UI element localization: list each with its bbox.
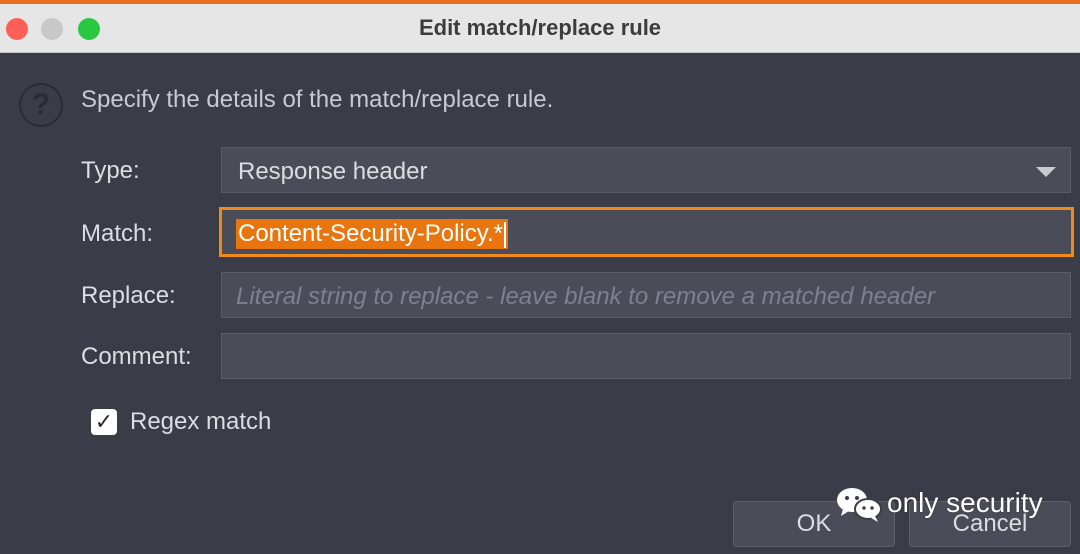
watermark-text: only security (887, 487, 1043, 518)
replace-input[interactable]: Literal string to replace - leave blank … (221, 272, 1071, 318)
replace-label: Replace: (81, 282, 176, 309)
match-input[interactable]: Content-Security-Policy.* (219, 207, 1074, 257)
wechat-icon (837, 488, 882, 522)
title-bar[interactable]: Edit match/replace rule (0, 4, 1080, 53)
match-input-selected-text: Content-Security-Policy.* (236, 219, 508, 249)
type-dropdown[interactable]: Response header (221, 147, 1071, 193)
chevron-down-icon (1036, 167, 1056, 177)
type-label: Type: (81, 157, 140, 184)
text-caret (503, 221, 506, 248)
regex-match-checkbox[interactable]: ✓ (91, 409, 117, 435)
regex-match-label[interactable]: Regex match (130, 408, 271, 436)
dialog-instruction: Specify the details of the match/replace… (81, 86, 554, 113)
window-title: Edit match/replace rule (418, 15, 662, 40)
type-dropdown-value: Response header (238, 158, 428, 185)
dialog-content: ? Specify the details of the match/repla… (0, 53, 1080, 554)
comment-input[interactable] (221, 333, 1071, 379)
replace-input-placeholder: Literal string to replace - leave blank … (236, 283, 936, 310)
comment-label: Comment: (81, 343, 192, 370)
question-circle-icon: ? (19, 83, 63, 127)
match-label: Match: (81, 220, 154, 247)
